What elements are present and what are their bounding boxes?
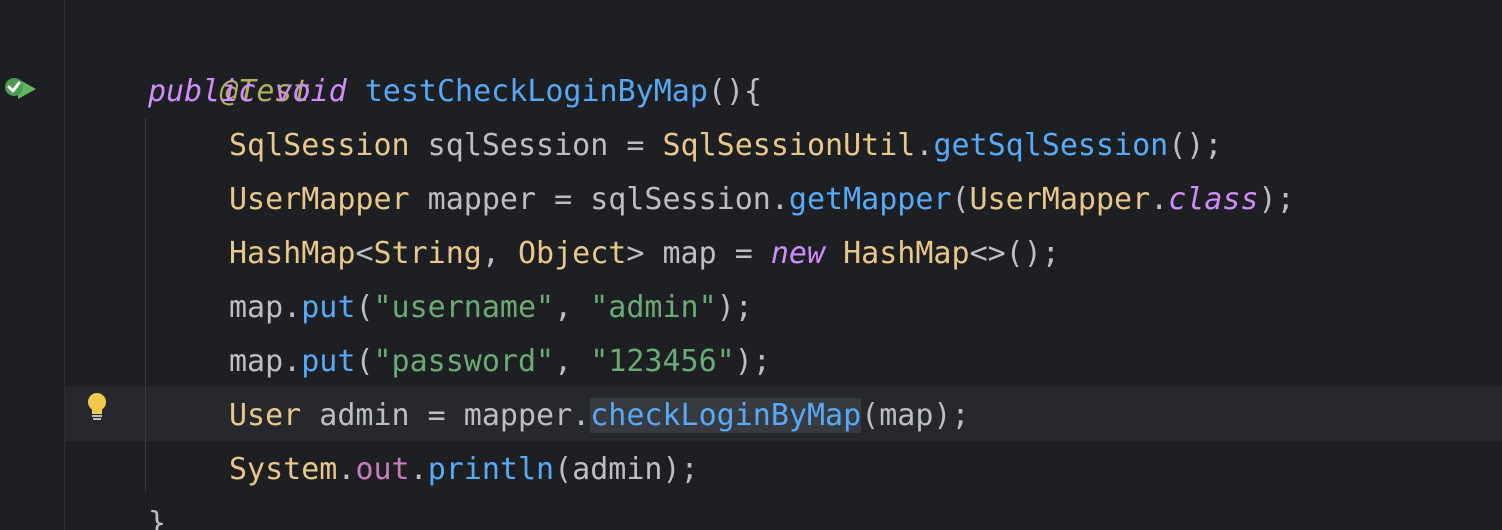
code-text: ,: [481, 236, 518, 271]
code-line-7[interactable]: map.put("password", "123456");: [229, 335, 771, 389]
code-text: (: [951, 182, 970, 217]
code-text: ,: [554, 290, 591, 325]
code-text: );: [1258, 182, 1295, 217]
code-text: );: [716, 290, 753, 325]
type-string: String: [373, 236, 482, 271]
code-text: (: [355, 290, 374, 325]
type-object: Object: [518, 236, 627, 271]
code-text: );: [734, 344, 771, 379]
code-line-9[interactable]: System.out.println(admin);: [229, 443, 699, 497]
type-user: User: [229, 398, 302, 433]
keyword-class: class: [1168, 182, 1259, 217]
method-paren: (){: [707, 74, 763, 109]
code-text: <>();: [969, 236, 1060, 271]
code-line-8[interactable]: User admin = mapper.checkLoginByMap(map)…: [229, 389, 970, 443]
type-sqlsession: SqlSession: [229, 128, 410, 163]
keyword-new: new: [770, 236, 826, 271]
code-line-5[interactable]: HashMap<String, Object> map = new HashMa…: [229, 227, 1060, 281]
type-sqlsessionutil: SqlSessionUtil: [662, 128, 916, 163]
string-literal: "password": [373, 344, 555, 379]
string-literal: "username": [373, 290, 555, 325]
code-text: mapper = sqlSession.: [409, 182, 789, 217]
code-editor[interactable]: @Test public void testCheckLoginByMap(){…: [0, 0, 1502, 530]
code-line-4[interactable]: UserMapper mapper = sqlSession.getMapper…: [229, 173, 1295, 227]
code-text: > map =: [626, 236, 771, 271]
code-text: .: [337, 452, 356, 487]
static-field-out: out: [355, 452, 410, 487]
indent-guide: [145, 118, 146, 492]
code-line-6[interactable]: map.put("username", "admin");: [229, 281, 753, 335]
code-line-3[interactable]: SqlSession sqlSession = SqlSessionUtil.g…: [229, 119, 1222, 173]
code-text: ,: [554, 344, 591, 379]
code-text: .: [915, 128, 934, 163]
code-text: sqlSession =: [409, 128, 663, 163]
code-text: (admin);: [554, 452, 699, 487]
code-text: (: [355, 344, 374, 379]
code-line-method-signature[interactable]: public void testCheckLoginByMap(){: [148, 65, 762, 119]
lightbulb-icon[interactable]: [86, 392, 108, 424]
type-usermapper: UserMapper: [229, 182, 410, 217]
method-call: getMapper: [788, 182, 952, 217]
method-call: println: [427, 452, 555, 487]
keyword-void: void: [274, 74, 347, 109]
type-system: System: [229, 452, 338, 487]
string-literal: "admin": [590, 290, 717, 325]
method-call: put: [301, 344, 356, 379]
code-line-closing-brace[interactable]: }: [148, 497, 166, 530]
method-name: testCheckLoginByMap: [364, 74, 708, 109]
code-text: admin = mapper.: [301, 398, 591, 433]
code-line-annotation[interactable]: @Test: [148, 11, 310, 109]
code-text: map.: [229, 344, 302, 379]
keyword-public: public: [148, 74, 257, 109]
code-text: .: [1150, 182, 1169, 217]
code-text: <: [355, 236, 374, 271]
code-text: (map);: [861, 398, 970, 433]
code-text: .: [409, 452, 428, 487]
code-text: map.: [229, 290, 302, 325]
code-text: ();: [1168, 128, 1223, 163]
method-call: put: [301, 290, 356, 325]
type-hashmap: HashMap: [229, 236, 356, 271]
type-usermapper: UserMapper: [969, 182, 1151, 217]
run-test-icon[interactable]: [2, 74, 38, 104]
method-call: getSqlSession: [933, 128, 1169, 163]
method-call-highlighted[interactable]: checkLoginByMap: [590, 398, 862, 433]
closing-brace: }: [148, 506, 167, 530]
type-hashmap: HashMap: [843, 236, 970, 271]
string-literal: "123456": [590, 344, 735, 379]
